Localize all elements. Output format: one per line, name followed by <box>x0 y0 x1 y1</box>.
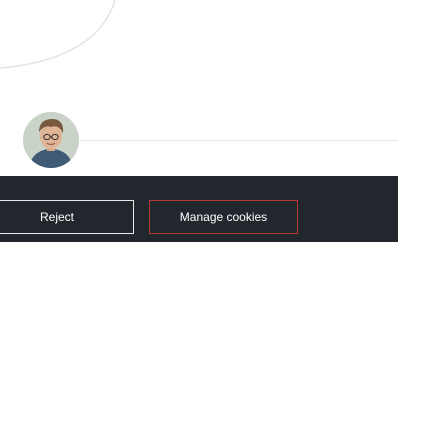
manage-cookies-button[interactable]: Manage cookies <box>149 200 298 234</box>
reject-button[interactable]: Reject <box>0 200 134 234</box>
divider-line <box>80 140 398 141</box>
avatar <box>23 112 79 168</box>
avatar-icon <box>23 112 79 168</box>
page: Reject Manage cookies <box>0 0 448 448</box>
cookie-consent-bar: Reject Manage cookies <box>0 176 398 242</box>
